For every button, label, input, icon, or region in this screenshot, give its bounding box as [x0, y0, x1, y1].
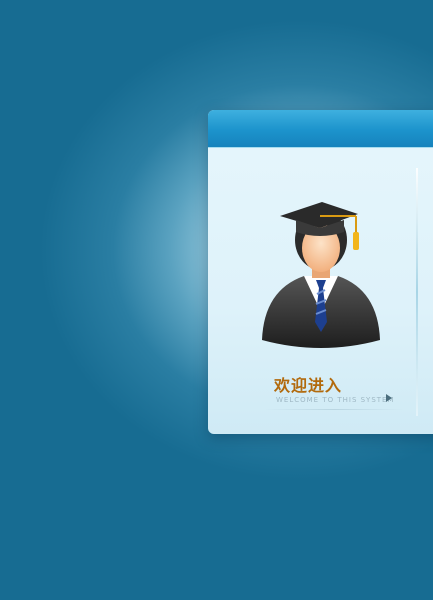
- panel-header: [208, 110, 433, 148]
- graduate-avatar-icon: [262, 202, 380, 348]
- welcome-divider: [265, 409, 403, 410]
- welcome-title: 欢迎进入: [274, 376, 343, 395]
- login-panel: 欢迎进入 WELCOME TO THIS SYSTEM: [208, 110, 433, 434]
- vertical-divider: [416, 168, 418, 416]
- arrow-right-icon[interactable]: [386, 394, 392, 402]
- welcome-subtitle: WELCOME TO THIS SYSTEM: [276, 396, 395, 404]
